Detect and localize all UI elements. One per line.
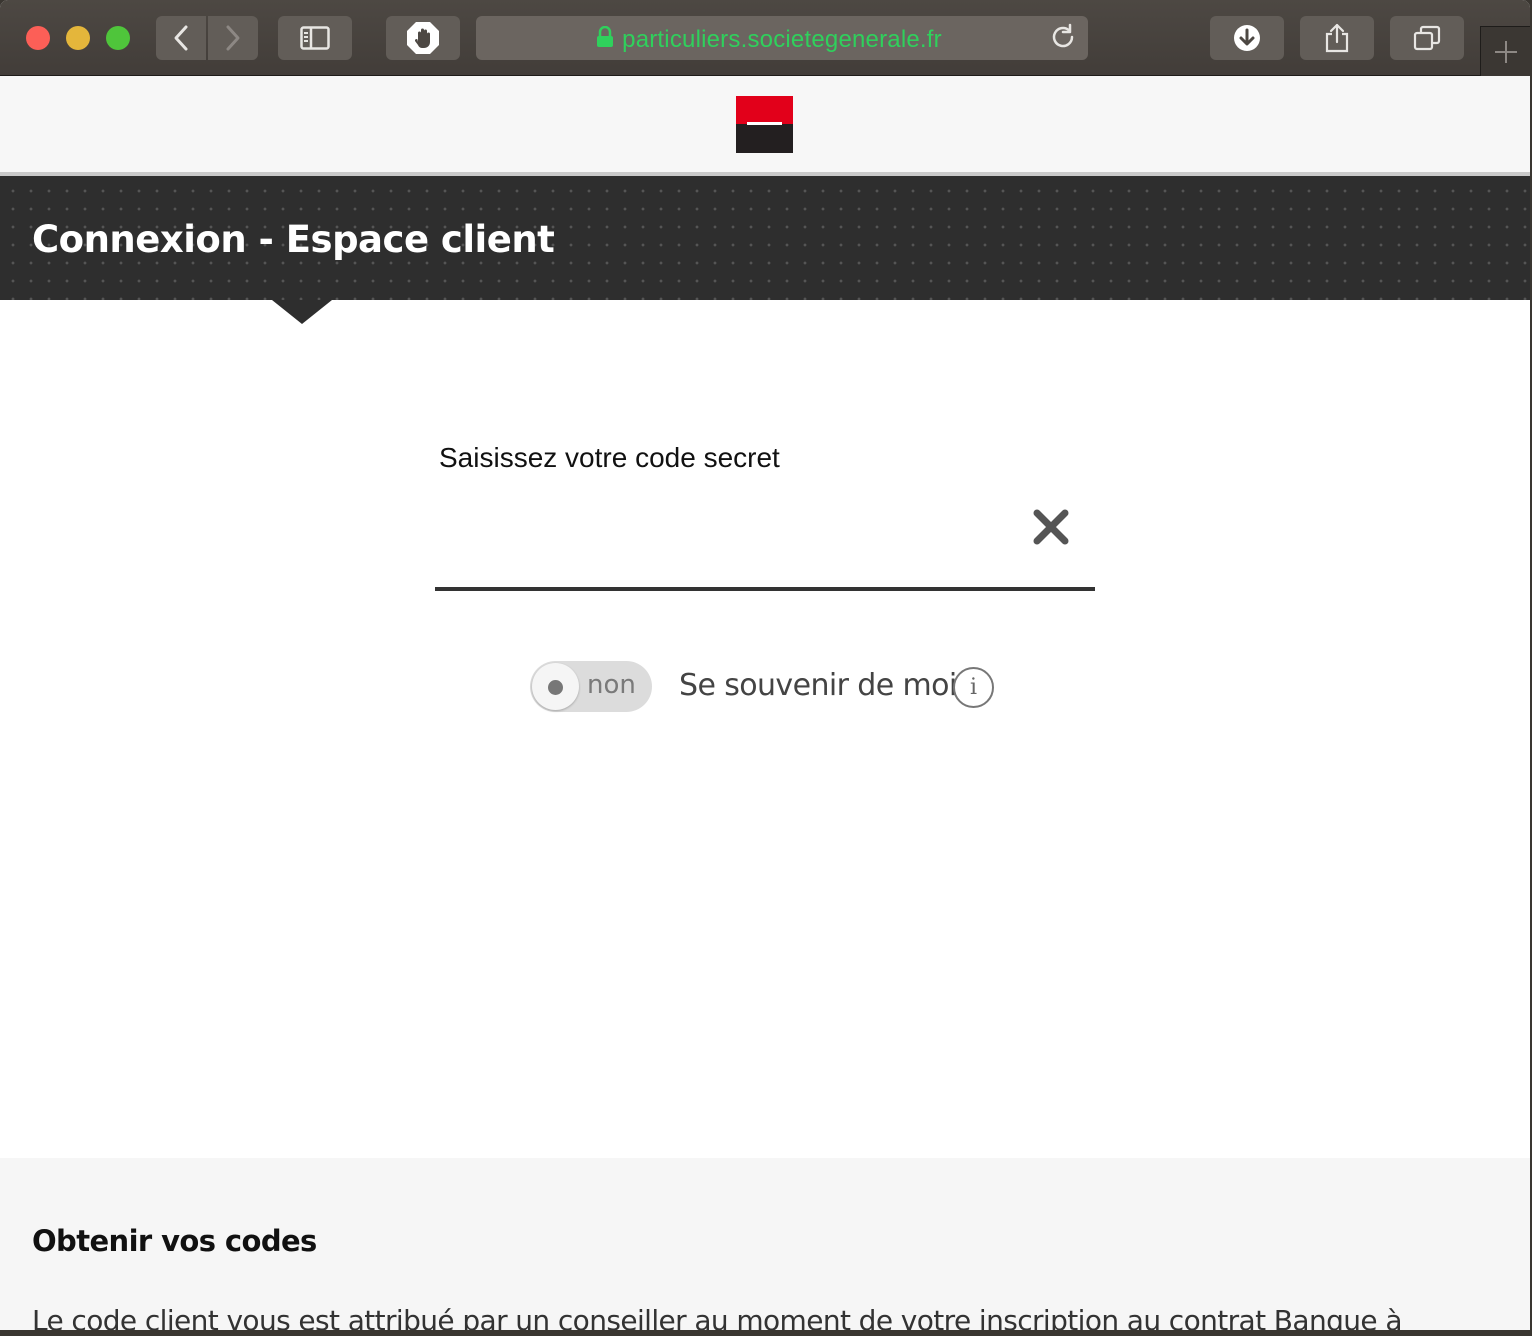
hand-stop-icon	[407, 22, 439, 54]
secret-code-input[interactable]	[435, 500, 1019, 582]
tab-overview-button[interactable]	[1390, 16, 1464, 60]
logo-red-block	[736, 96, 793, 124]
toggle-dot	[548, 680, 563, 695]
page-banner: Connexion - Espace client	[0, 176, 1530, 300]
remember-me-label: Se souvenir de moi	[679, 668, 957, 703]
remember-me-toggle[interactable]: non	[530, 661, 652, 712]
reload-icon[interactable]	[1048, 22, 1078, 52]
secret-code-label: Saisissez votre code secret	[439, 442, 780, 473]
back-button[interactable]	[156, 16, 206, 60]
banner-pointer	[272, 300, 332, 324]
codes-info-text: Le code client vous est attribué par un …	[32, 1304, 1403, 1330]
logo-white-bar	[747, 122, 782, 125]
browser-window: particuliers.societegenerale.fr Connexio…	[0, 0, 1530, 1330]
browser-toolbar: particuliers.societegenerale.fr	[0, 0, 1530, 77]
sidebar-icon	[300, 26, 330, 50]
secret-code-underline	[435, 587, 1095, 591]
site-header	[0, 76, 1530, 176]
share-button[interactable]	[1300, 16, 1374, 60]
codes-info-title: Obtenir vos codes	[32, 1224, 317, 1258]
toggle-knob	[532, 663, 579, 710]
page-title: Connexion - Espace client	[32, 218, 555, 261]
tabs-overview-icon	[1413, 25, 1441, 51]
address-bar[interactable]: particuliers.societegenerale.fr	[476, 16, 1088, 60]
url-text: particuliers.societegenerale.fr	[622, 26, 942, 53]
new-tab-button[interactable]	[1480, 26, 1530, 77]
logo-black-block	[736, 124, 793, 153]
plus-icon	[1495, 41, 1517, 63]
close-window-button[interactable]	[26, 26, 50, 50]
codes-info-section: Obtenir vos codes Le code client vous es…	[0, 1158, 1530, 1330]
downloads-button[interactable]	[1210, 16, 1284, 60]
chevron-left-icon	[174, 25, 188, 51]
info-icon[interactable]: i	[953, 667, 994, 708]
sidebar-toggle-button[interactable]	[278, 16, 352, 60]
close-icon[interactable]	[1030, 506, 1072, 548]
share-icon	[1325, 23, 1349, 53]
toggle-state-label: non	[587, 670, 636, 700]
info-glyph: i	[969, 675, 978, 700]
lock-icon	[597, 26, 613, 47]
societe-generale-logo[interactable]	[736, 96, 793, 153]
forward-button[interactable]	[208, 16, 258, 60]
minimize-window-button[interactable]	[66, 26, 90, 50]
download-icon	[1234, 25, 1260, 51]
zoom-window-button[interactable]	[106, 26, 130, 50]
content-blocker-button[interactable]	[386, 16, 460, 60]
chevron-right-icon	[226, 25, 240, 51]
